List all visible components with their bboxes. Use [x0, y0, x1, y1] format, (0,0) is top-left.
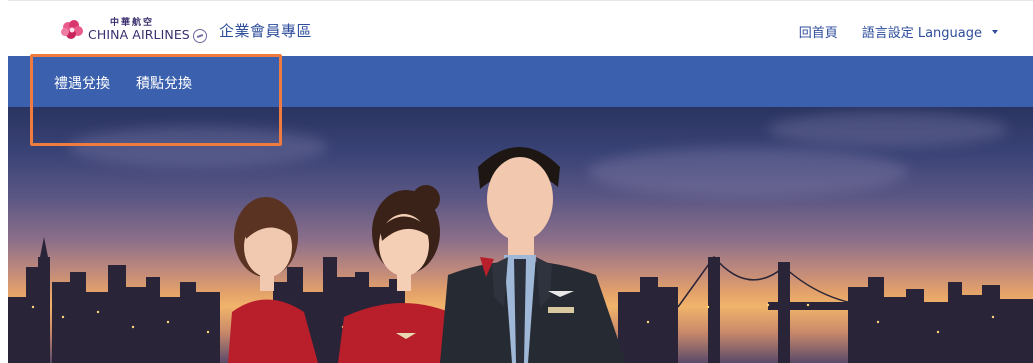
attendant-left [228, 197, 318, 363]
sub-navigation-items: 禮遇兌換 積點兌換 [54, 73, 192, 93]
home-link[interactable]: 回首頁 [799, 22, 838, 41]
brand-title: 企業會員專區 [219, 22, 313, 40]
header-nav: 回首頁 語言設定 Language [799, 22, 998, 41]
sub-navigation-bar: 禮遇兌換 積點兌換 [8, 56, 1033, 107]
subnav-item-privilege-redemption[interactable]: 禮遇兌換 [54, 73, 110, 93]
plum-blossom-logo-icon [60, 19, 86, 41]
logo-english-text: CHINA AIRLINES [88, 26, 190, 42]
china-airlines-logo[interactable]: 中華航空 CHINA AIRLINES [60, 15, 207, 45]
attendant-right [440, 147, 626, 363]
caret-down-icon [992, 30, 998, 34]
skyteam-badge-icon [192, 29, 207, 43]
language-dropdown[interactable]: 語言設定 Language [862, 22, 998, 41]
logo-wordmark: 中華航空 CHINA AIRLINES [88, 18, 190, 42]
top-header: 中華航空 CHINA AIRLINES 企業會員專區 回首頁 語言設定 Lang… [8, 0, 1033, 56]
page: 中華航空 CHINA AIRLINES 企業會員專區 回首頁 語言設定 Lang… [0, 0, 1033, 363]
hero-banner-image [8, 107, 1033, 363]
language-dropdown-label: 語言設定 Language [861, 26, 982, 41]
subnav-item-points-redemption[interactable]: 積點兌換 [136, 73, 192, 93]
